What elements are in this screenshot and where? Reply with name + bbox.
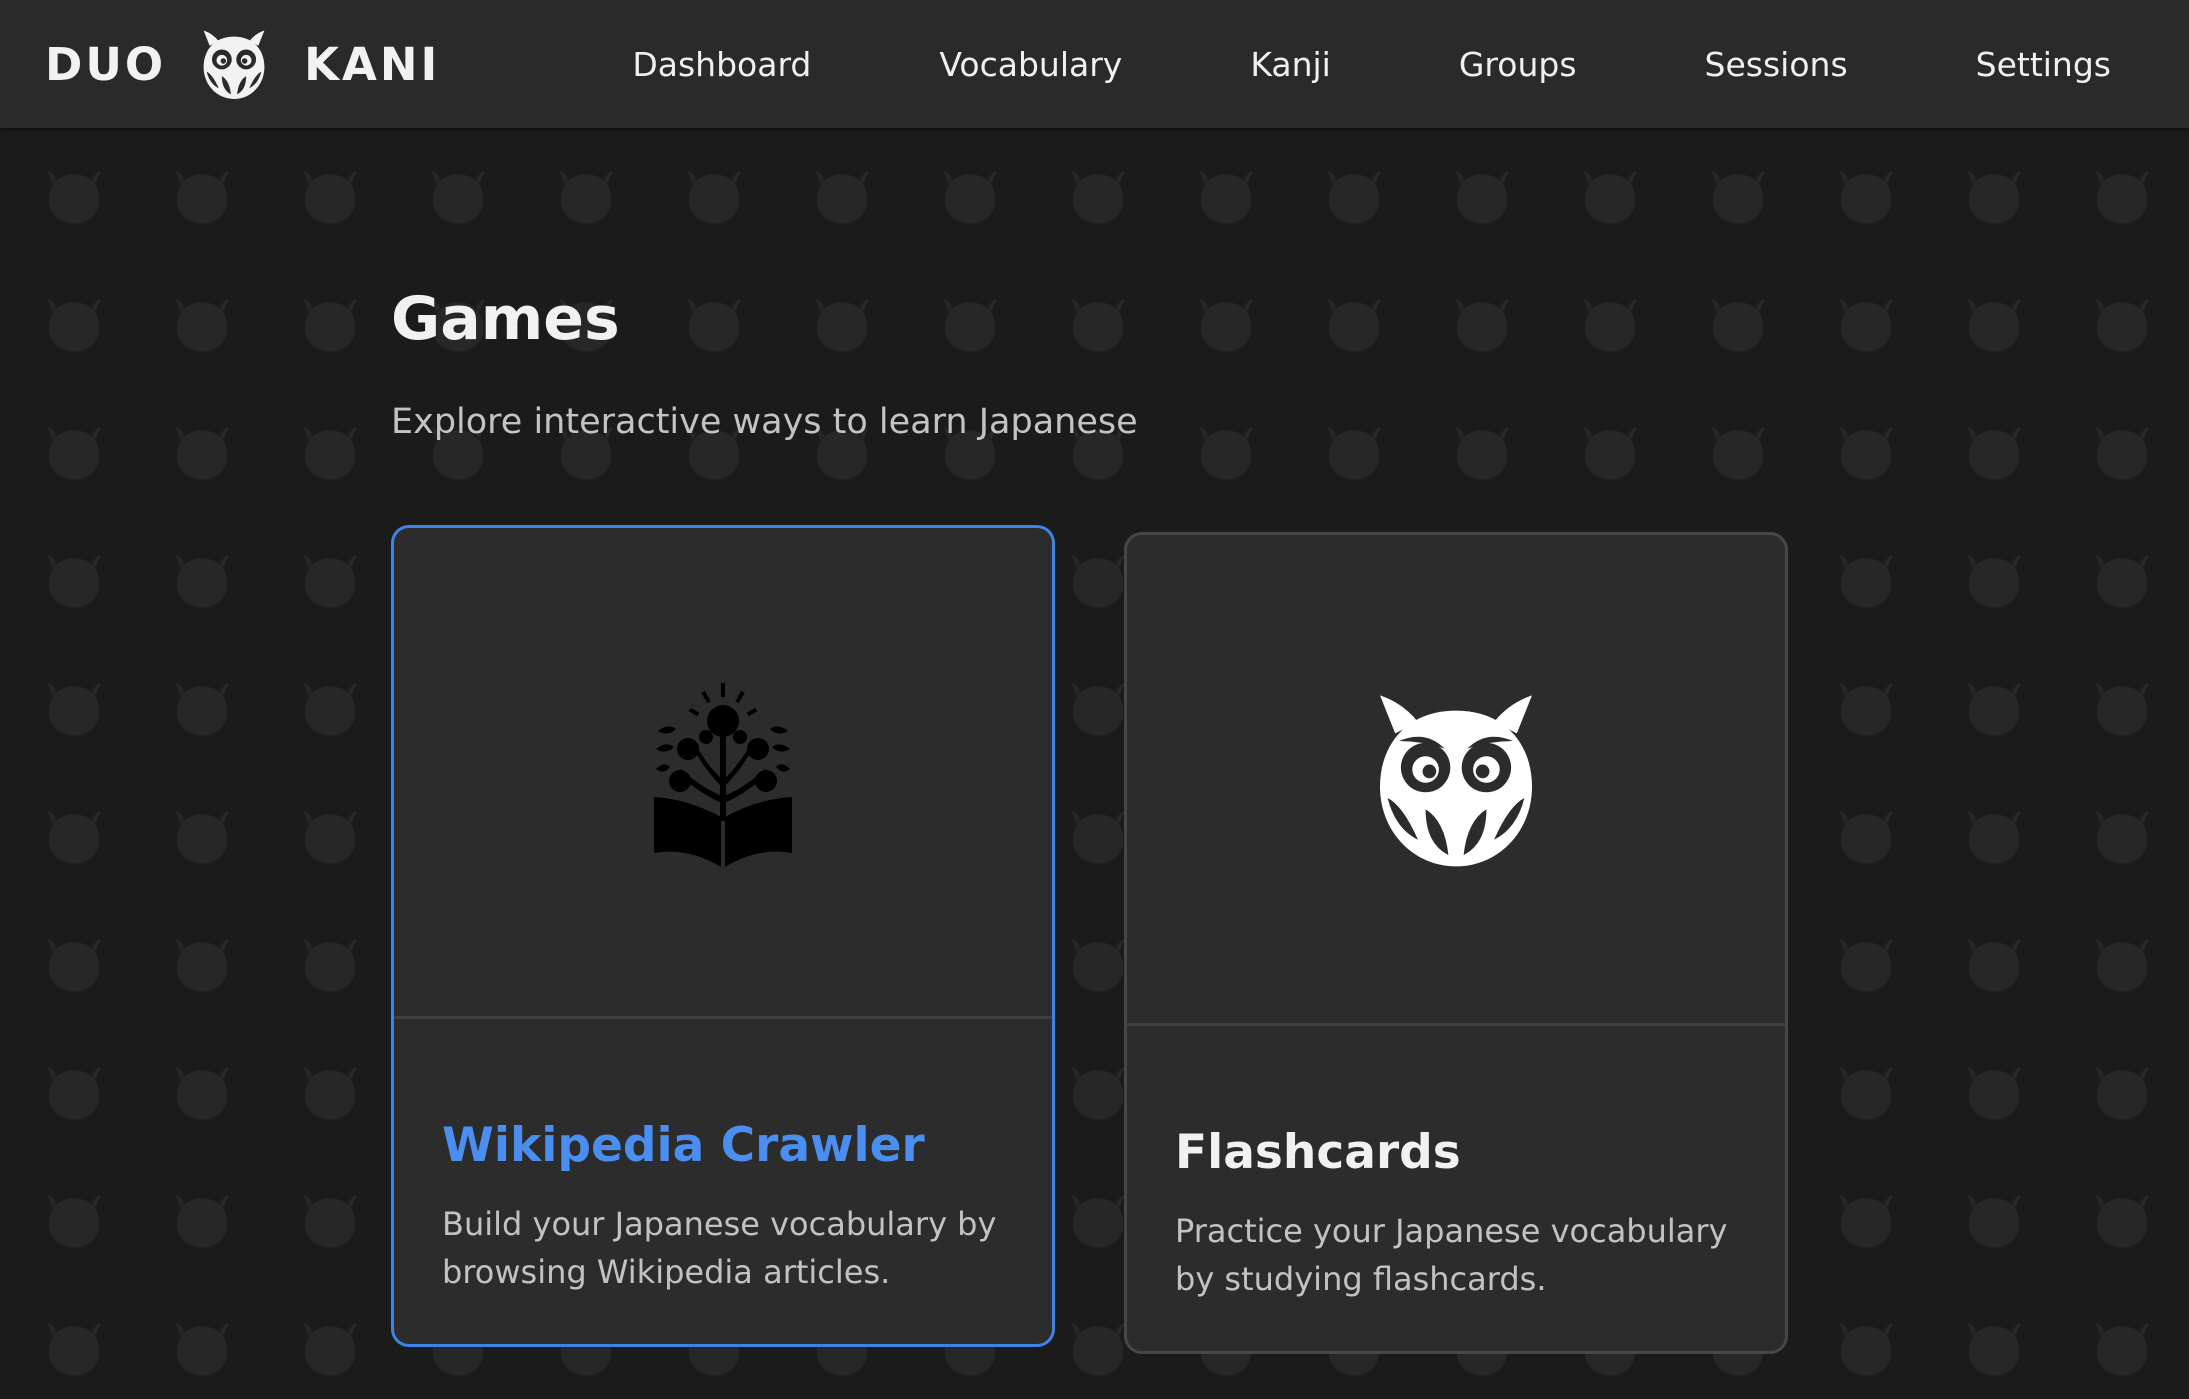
card-description: Build your Japanese vocabulary by browsi… (442, 1205, 997, 1291)
nav-groups[interactable]: Groups (1459, 45, 1577, 84)
book-tree-icon (654, 683, 792, 867)
page-subtitle: Explore interactive ways to learn Japane… (391, 402, 1138, 442)
brand-name-left: DUO (45, 37, 167, 91)
top-navigation-bar: DUO KANI Dashboard Vocabulary Kanji Grou… (0, 0, 2189, 128)
page-title: Games (391, 284, 620, 354)
card-image (1127, 535, 1785, 1026)
card-image (394, 528, 1052, 1019)
brand-name-right: KANI (304, 37, 441, 91)
nav-sessions[interactable]: Sessions (1705, 45, 1848, 84)
game-card-flashcards[interactable]: Flashcards Practice your Japanese vocabu… (1124, 532, 1788, 1354)
nav-dashboard[interactable]: Dashboard (632, 45, 811, 84)
card-title: Flashcards (1175, 1125, 1461, 1180)
nav-settings[interactable]: Settings (1976, 45, 2111, 84)
card-title: Wikipedia Crawler (442, 1118, 925, 1173)
game-card-wikipedia-crawler[interactable]: Wikipedia Crawler Build your Japanese vo… (391, 525, 1055, 1347)
brand[interactable]: DUO KANI (45, 0, 440, 128)
nav-vocabulary[interactable]: Vocabulary (939, 45, 1122, 84)
background-owl-pattern (0, 128, 2189, 1399)
owl-logo-icon (203, 30, 265, 99)
owl-icon (1380, 695, 1532, 867)
nav-kanji[interactable]: Kanji (1250, 45, 1331, 84)
main-nav: Dashboard Vocabulary Kanji Groups Sessio… (632, 0, 2111, 128)
card-description: Practice your Japanese vocabulary by stu… (1175, 1212, 1728, 1298)
